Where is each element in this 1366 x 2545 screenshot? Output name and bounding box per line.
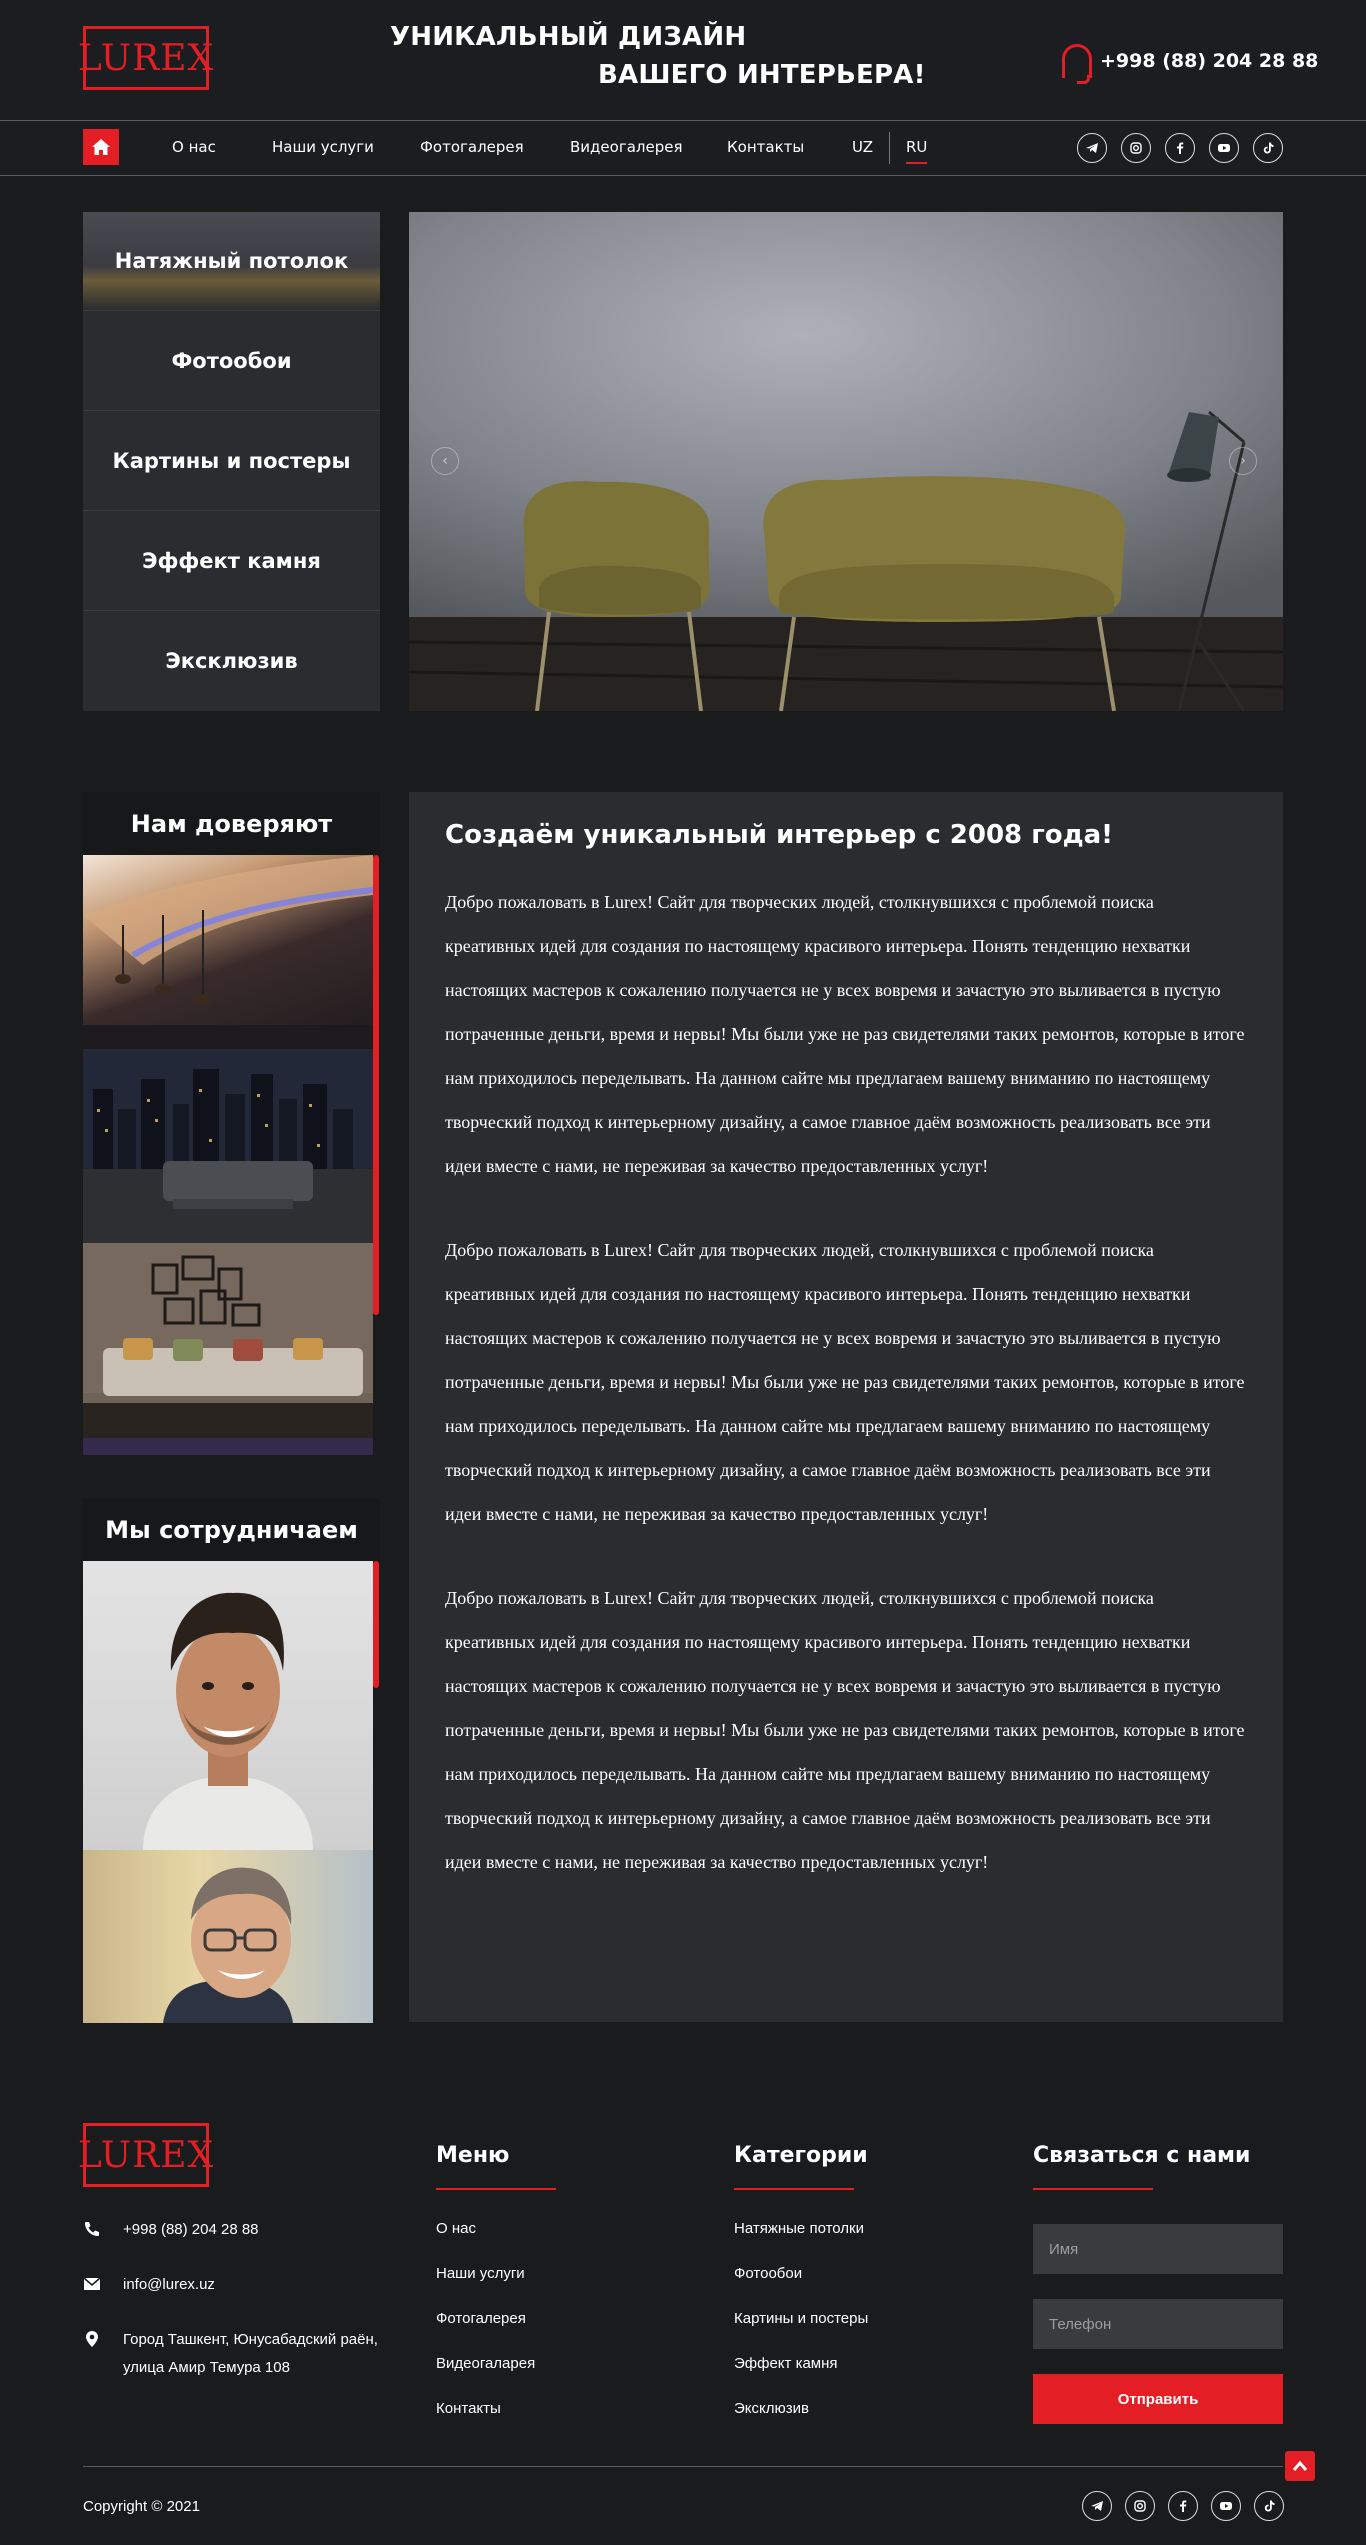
partners-scrollbar[interactable] bbox=[373, 1561, 379, 1688]
footer-contact-title: Связаться с нами bbox=[1033, 2143, 1251, 2168]
category-label: Эффект камня bbox=[142, 548, 321, 573]
chevron-up-icon bbox=[1292, 2460, 1308, 2471]
nav-item-video-gallery[interactable]: Видеогалерея bbox=[570, 138, 682, 156]
trust-scrollbar[interactable] bbox=[373, 855, 379, 1315]
footer-contact-underline bbox=[1033, 2188, 1153, 2190]
footer-instagram-icon[interactable] bbox=[1125, 2491, 1155, 2521]
footer-address: Город Ташкент, Юнусабадский раён, улица … bbox=[83, 2326, 378, 2382]
footer-cat-exclusive[interactable]: Эксклюзив bbox=[734, 2400, 809, 2417]
telegram-icon[interactable] bbox=[1077, 133, 1107, 163]
footer-phone[interactable]: +998 (88) 204 28 88 bbox=[83, 2216, 259, 2244]
footer-menu-about[interactable]: О нас bbox=[436, 2220, 476, 2237]
partner-photo-2 bbox=[83, 1850, 373, 2023]
hero-slider[interactable]: ‹ › bbox=[409, 212, 1283, 711]
footer-menu-title: Меню bbox=[436, 2143, 510, 2168]
footer-divider bbox=[83, 2466, 1283, 2467]
partner-photo-1 bbox=[83, 1561, 373, 1850]
footer-tiktok-icon[interactable] bbox=[1254, 2491, 1284, 2521]
about-section: Создаём уникальный интерьер с 2008 года!… bbox=[409, 792, 1283, 2022]
site-logo[interactable]: LUREX bbox=[78, 26, 213, 90]
phone-icon bbox=[85, 2222, 99, 2236]
category-label: Натяжный потолок bbox=[114, 249, 349, 273]
category-label: Картины и постеры bbox=[112, 448, 351, 473]
trust-image-ceiling bbox=[83, 855, 373, 1049]
location-pin-icon bbox=[86, 2331, 98, 2347]
category-exclusive[interactable]: Эксклюзив bbox=[83, 611, 380, 711]
lang-separator bbox=[889, 132, 890, 164]
footer-cat-ceilings[interactable]: Натяжные потолки bbox=[734, 2220, 864, 2237]
footer-address-line2: улица Амир Темура 108 bbox=[123, 2359, 290, 2376]
footer-address-line1: Город Ташкент, Юнусабадский раён, bbox=[123, 2331, 378, 2348]
footer-email-text: info@lurex.uz bbox=[123, 2276, 215, 2293]
facebook-icon[interactable] bbox=[1165, 133, 1195, 163]
tiktok-icon[interactable] bbox=[1253, 133, 1283, 163]
footer-cat-posters[interactable]: Картины и постеры bbox=[734, 2310, 868, 2327]
footer-menu-photo-gallery[interactable]: Фотогалерея bbox=[436, 2310, 526, 2327]
about-title: Создаём уникальный интерьер с 2008 года! bbox=[445, 820, 1114, 850]
slider-next-button[interactable]: › bbox=[1229, 447, 1257, 475]
nav-item-about[interactable]: О нас bbox=[172, 138, 216, 156]
footer-cat-stone[interactable]: Эффект камня bbox=[734, 2355, 838, 2372]
category-label: Эксклюзив bbox=[165, 649, 298, 673]
scroll-to-top-button[interactable] bbox=[1285, 2451, 1315, 2481]
category-label: Фотообои bbox=[171, 348, 292, 373]
hero-image bbox=[409, 212, 1283, 711]
footer-logo-text: LUREX bbox=[77, 2134, 215, 2176]
nav-item-photo-gallery[interactable]: Фотогалерея bbox=[420, 138, 524, 156]
footer-cat-wallpaper[interactable]: Фотообои bbox=[734, 2265, 802, 2282]
partners-panel-title: Мы сотрудничаем bbox=[83, 1498, 380, 1561]
slogan-line2: ВАШЕГО ИНТЕРЬЕРА! bbox=[598, 60, 926, 90]
about-paragraph-2: Добро пожаловать в Lurex! Сайт для творч… bbox=[445, 1240, 1245, 1524]
send-button[interactable]: Отправить bbox=[1033, 2374, 1283, 2424]
youtube-icon[interactable] bbox=[1209, 133, 1239, 163]
home-icon bbox=[92, 139, 110, 155]
footer-menu-contacts[interactable]: Контакты bbox=[436, 2400, 501, 2417]
about-paragraph-1: Добро пожаловать в Lurex! Сайт для творч… bbox=[445, 892, 1245, 1176]
logo-text: LUREX bbox=[77, 37, 215, 79]
trust-image-city-wall bbox=[83, 1049, 373, 1243]
footer-menu-underline bbox=[436, 2188, 556, 2190]
nav-item-contacts[interactable]: Контакты bbox=[727, 138, 804, 156]
footer-facebook-icon[interactable] bbox=[1168, 2491, 1198, 2521]
home-button[interactable] bbox=[83, 129, 119, 165]
footer-logo[interactable]: LUREX bbox=[78, 2123, 213, 2187]
footer-categories-underline bbox=[734, 2188, 854, 2190]
header-phone-number: +998 (88) 204 28 88 bbox=[1100, 50, 1319, 72]
footer-phone-input[interactable]: Телефон bbox=[1033, 2299, 1283, 2349]
header-phone[interactable]: +998 (88) 204 28 88 bbox=[1062, 44, 1319, 84]
footer-name-input[interactable]: Имя bbox=[1033, 2224, 1283, 2274]
footer-email[interactable]: info@lurex.uz bbox=[83, 2271, 215, 2299]
headset-icon bbox=[1062, 44, 1092, 84]
footer-phone-text: +998 (88) 204 28 88 bbox=[123, 2221, 259, 2238]
footer-youtube-icon[interactable] bbox=[1211, 2491, 1241, 2521]
trust-panel-title: Нам доверяют bbox=[83, 792, 380, 855]
about-paragraph-3: Добро пожаловать в Lurex! Сайт для творч… bbox=[445, 1588, 1245, 1872]
footer-menu-services[interactable]: Наши услуги bbox=[436, 2265, 525, 2282]
lang-uz[interactable]: UZ bbox=[852, 138, 873, 156]
footer-categories-title: Категории bbox=[734, 2143, 868, 2168]
category-stretch-ceiling[interactable]: Натяжный потолок bbox=[83, 212, 380, 311]
trust-image-living-room bbox=[83, 1243, 373, 1455]
lang-ru[interactable]: RU bbox=[906, 138, 928, 164]
nav-item-services[interactable]: Наши услуги bbox=[272, 138, 374, 156]
footer-menu-video-gallery[interactable]: Видеогаларея bbox=[436, 2355, 535, 2372]
category-photo-wallpaper[interactable]: Фотообои bbox=[83, 311, 380, 411]
mail-icon bbox=[83, 2277, 101, 2290]
category-stone-effect[interactable]: Эффект камня bbox=[83, 511, 380, 611]
main-nav: О нас Наши услуги Фотогалерея Видеогалер… bbox=[0, 120, 1366, 176]
slider-prev-button[interactable]: ‹ bbox=[431, 447, 459, 475]
slogan-line1: УНИКАЛЬНЫЙ ДИЗАЙН bbox=[390, 22, 747, 52]
instagram-icon[interactable] bbox=[1121, 133, 1151, 163]
footer-telegram-icon[interactable] bbox=[1082, 2491, 1112, 2521]
category-paintings-posters[interactable]: Картины и постеры bbox=[83, 411, 380, 511]
copyright: Copyright © 2021 bbox=[83, 2498, 200, 2515]
